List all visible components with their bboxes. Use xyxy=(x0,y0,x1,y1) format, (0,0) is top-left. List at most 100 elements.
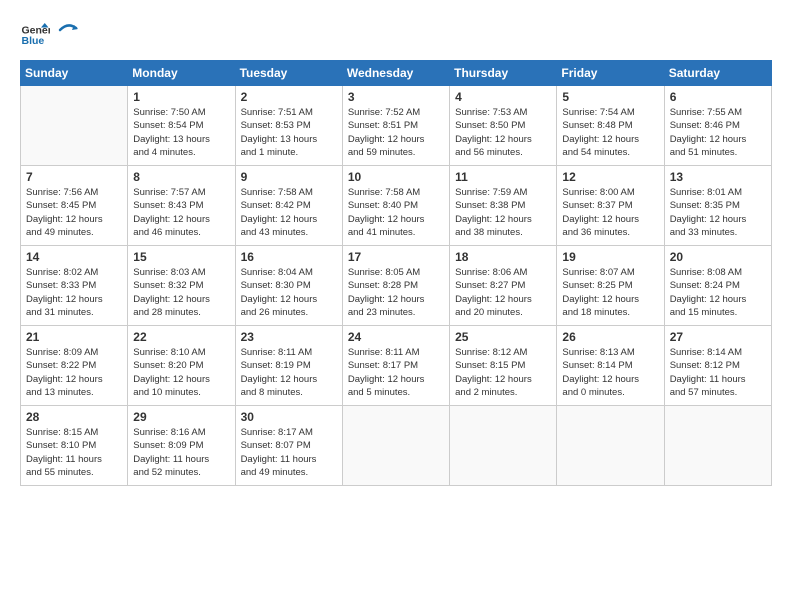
day-number: 19 xyxy=(562,250,658,264)
day-number: 28 xyxy=(26,410,122,424)
day-number: 23 xyxy=(241,330,337,344)
day-number: 20 xyxy=(670,250,766,264)
calendar-cell xyxy=(342,406,449,486)
calendar-cell xyxy=(21,86,128,166)
day-info: Sunrise: 7:56 AMSunset: 8:45 PMDaylight:… xyxy=(26,186,122,239)
calendar-cell xyxy=(557,406,664,486)
calendar-week-row: 1 Sunrise: 7:50 AMSunset: 8:54 PMDaylight… xyxy=(21,86,772,166)
day-number: 10 xyxy=(348,170,444,184)
weekday-row: SundayMondayTuesdayWednesdayThursdayFrid… xyxy=(21,61,772,86)
calendar-cell: 28 Sunrise: 8:15 AMSunset: 8:10 PMDayligh… xyxy=(21,406,128,486)
day-number: 16 xyxy=(241,250,337,264)
day-number: 1 xyxy=(133,90,229,104)
day-info: Sunrise: 8:11 AMSunset: 8:19 PMDaylight:… xyxy=(241,346,337,399)
day-number: 5 xyxy=(562,90,658,104)
logo-icon: General Blue xyxy=(20,20,50,50)
weekday-header: Sunday xyxy=(21,61,128,86)
day-info: Sunrise: 7:55 AMSunset: 8:46 PMDaylight:… xyxy=(670,106,766,159)
calendar-week-row: 21 Sunrise: 8:09 AMSunset: 8:22 PMDayligh… xyxy=(21,326,772,406)
calendar-cell: 21 Sunrise: 8:09 AMSunset: 8:22 PMDayligh… xyxy=(21,326,128,406)
day-number: 21 xyxy=(26,330,122,344)
calendar-cell: 25 Sunrise: 8:12 AMSunset: 8:15 PMDayligh… xyxy=(450,326,557,406)
day-info: Sunrise: 7:52 AMSunset: 8:51 PMDaylight:… xyxy=(348,106,444,159)
calendar-cell: 7 Sunrise: 7:56 AMSunset: 8:45 PMDaylight… xyxy=(21,166,128,246)
day-info: Sunrise: 8:17 AMSunset: 8:07 PMDaylight:… xyxy=(241,426,337,479)
day-number: 25 xyxy=(455,330,551,344)
day-info: Sunrise: 8:16 AMSunset: 8:09 PMDaylight:… xyxy=(133,426,229,479)
day-number: 30 xyxy=(241,410,337,424)
day-number: 8 xyxy=(133,170,229,184)
calendar-cell: 4 Sunrise: 7:53 AMSunset: 8:50 PMDaylight… xyxy=(450,86,557,166)
calendar-cell: 22Sunrise: 8:10 AMSunset: 8:20 PMDayligh… xyxy=(128,326,235,406)
day-number: 29 xyxy=(133,410,229,424)
day-number: 7 xyxy=(26,170,122,184)
calendar-week-row: 14Sunrise: 8:02 AMSunset: 8:33 PMDayligh… xyxy=(21,246,772,326)
day-number: 27 xyxy=(670,330,766,344)
weekday-header: Wednesday xyxy=(342,61,449,86)
calendar-cell xyxy=(450,406,557,486)
day-info: Sunrise: 8:05 AMSunset: 8:28 PMDaylight:… xyxy=(348,266,444,319)
day-info: Sunrise: 8:14 AMSunset: 8:12 PMDaylight:… xyxy=(670,346,766,399)
calendar-cell: 17 Sunrise: 8:05 AMSunset: 8:28 PMDayligh… xyxy=(342,246,449,326)
day-info: Sunrise: 7:58 AMSunset: 8:42 PMDaylight:… xyxy=(241,186,337,239)
calendar-cell: 16 Sunrise: 8:04 AMSunset: 8:30 PMDayligh… xyxy=(235,246,342,326)
svg-text:Blue: Blue xyxy=(22,35,45,47)
calendar-cell: 18 Sunrise: 8:06 AMSunset: 8:27 PMDayligh… xyxy=(450,246,557,326)
day-number: 4 xyxy=(455,90,551,104)
calendar-table: SundayMondayTuesdayWednesdayThursdayFrid… xyxy=(20,60,772,486)
day-info: Sunrise: 8:03 AMSunset: 8:32 PMDaylight:… xyxy=(133,266,229,319)
day-info: Sunrise: 8:15 AMSunset: 8:10 PMDaylight:… xyxy=(26,426,122,479)
day-info: Sunrise: 8:09 AMSunset: 8:22 PMDaylight:… xyxy=(26,346,122,399)
day-info: Sunrise: 7:50 AMSunset: 8:54 PMDaylight:… xyxy=(133,106,229,159)
calendar-cell xyxy=(664,406,771,486)
day-info: Sunrise: 8:10 AMSunset: 8:20 PMDaylight:… xyxy=(133,346,229,399)
calendar-cell: 13Sunrise: 8:01 AMSunset: 8:35 PMDayligh… xyxy=(664,166,771,246)
weekday-header: Saturday xyxy=(664,61,771,86)
calendar-cell: 12 Sunrise: 8:00 AMSunset: 8:37 PMDayligh… xyxy=(557,166,664,246)
logo-swoosh-icon xyxy=(58,20,78,40)
day-number: 24 xyxy=(348,330,444,344)
weekday-header: Friday xyxy=(557,61,664,86)
calendar-cell: 10Sunrise: 7:58 AMSunset: 8:40 PMDayligh… xyxy=(342,166,449,246)
calendar-cell: 20Sunrise: 8:08 AMSunset: 8:24 PMDayligh… xyxy=(664,246,771,326)
calendar-cell: 9 Sunrise: 7:58 AMSunset: 8:42 PMDaylight… xyxy=(235,166,342,246)
calendar-cell: 2Sunrise: 7:51 AMSunset: 8:53 PMDaylight… xyxy=(235,86,342,166)
header: General Blue xyxy=(20,20,772,50)
calendar-cell: 30 Sunrise: 8:17 AMSunset: 8:07 PMDayligh… xyxy=(235,406,342,486)
day-info: Sunrise: 8:12 AMSunset: 8:15 PMDaylight:… xyxy=(455,346,551,399)
day-number: 2 xyxy=(241,90,337,104)
calendar-cell: 27 Sunrise: 8:14 AMSunset: 8:12 PMDayligh… xyxy=(664,326,771,406)
logo: General Blue xyxy=(20,20,78,50)
day-info: Sunrise: 7:53 AMSunset: 8:50 PMDaylight:… xyxy=(455,106,551,159)
day-number: 9 xyxy=(241,170,337,184)
calendar-week-row: 28 Sunrise: 8:15 AMSunset: 8:10 PMDayligh… xyxy=(21,406,772,486)
calendar-cell: 23 Sunrise: 8:11 AMSunset: 8:19 PMDayligh… xyxy=(235,326,342,406)
day-info: Sunrise: 8:11 AMSunset: 8:17 PMDaylight:… xyxy=(348,346,444,399)
day-info: Sunrise: 8:02 AMSunset: 8:33 PMDaylight:… xyxy=(26,266,122,319)
day-info: Sunrise: 8:06 AMSunset: 8:27 PMDaylight:… xyxy=(455,266,551,319)
calendar-cell: 3Sunrise: 7:52 AMSunset: 8:51 PMDaylight… xyxy=(342,86,449,166)
calendar-body: 1 Sunrise: 7:50 AMSunset: 8:54 PMDaylight… xyxy=(21,86,772,486)
calendar-cell: 6Sunrise: 7:55 AMSunset: 8:46 PMDaylight… xyxy=(664,86,771,166)
day-number: 13 xyxy=(670,170,766,184)
weekday-header: Thursday xyxy=(450,61,557,86)
day-number: 12 xyxy=(562,170,658,184)
page: General Blue SundayMondayTuesdayWednesda… xyxy=(0,0,792,612)
calendar-cell: 14Sunrise: 8:02 AMSunset: 8:33 PMDayligh… xyxy=(21,246,128,326)
day-info: Sunrise: 8:07 AMSunset: 8:25 PMDaylight:… xyxy=(562,266,658,319)
calendar-cell: 15 Sunrise: 8:03 AMSunset: 8:32 PMDayligh… xyxy=(128,246,235,326)
day-number: 11 xyxy=(455,170,551,184)
weekday-header: Monday xyxy=(128,61,235,86)
day-info: Sunrise: 8:13 AMSunset: 8:14 PMDaylight:… xyxy=(562,346,658,399)
day-info: Sunrise: 7:57 AMSunset: 8:43 PMDaylight:… xyxy=(133,186,229,239)
calendar-cell: 29 Sunrise: 8:16 AMSunset: 8:09 PMDayligh… xyxy=(128,406,235,486)
calendar-header: SundayMondayTuesdayWednesdayThursdayFrid… xyxy=(21,61,772,86)
calendar-cell: 26Sunrise: 8:13 AMSunset: 8:14 PMDayligh… xyxy=(557,326,664,406)
day-number: 15 xyxy=(133,250,229,264)
day-info: Sunrise: 8:00 AMSunset: 8:37 PMDaylight:… xyxy=(562,186,658,239)
day-number: 17 xyxy=(348,250,444,264)
day-info: Sunrise: 8:04 AMSunset: 8:30 PMDaylight:… xyxy=(241,266,337,319)
calendar-cell: 19 Sunrise: 8:07 AMSunset: 8:25 PMDayligh… xyxy=(557,246,664,326)
weekday-header: Tuesday xyxy=(235,61,342,86)
day-number: 18 xyxy=(455,250,551,264)
